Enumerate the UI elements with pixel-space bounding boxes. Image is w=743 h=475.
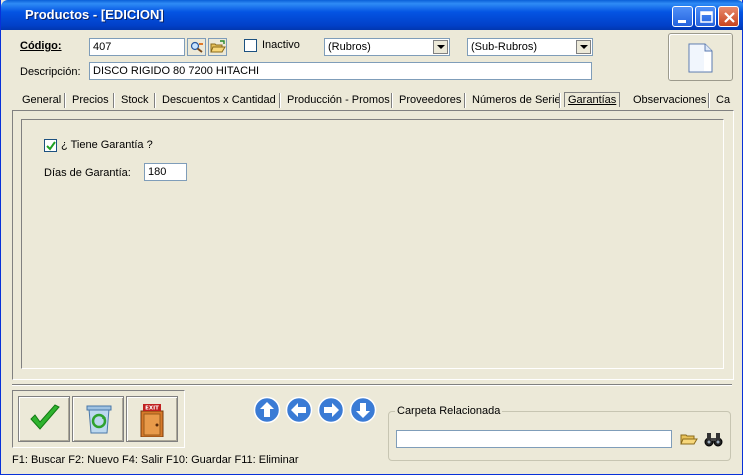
arrow-right-icon xyxy=(317,396,345,424)
tab-separator xyxy=(154,93,156,108)
dias-garantia-field[interactable]: 180 xyxy=(144,163,187,181)
minimize-button[interactable] xyxy=(672,6,693,27)
arrow-left-icon xyxy=(285,396,313,424)
arrow-down-icon xyxy=(349,396,377,424)
codigo-field[interactable]: 407 xyxy=(89,38,185,56)
nav-down-button[interactable] xyxy=(349,396,378,424)
inactivo-label: Inactivo xyxy=(262,39,300,51)
tiene-garantia-label: ¿ Tiene Garantía ? xyxy=(61,139,153,151)
tab-separator xyxy=(559,93,561,108)
nav-left-button[interactable] xyxy=(285,396,314,424)
checkmark-icon xyxy=(46,141,56,151)
subrubros-value: (Sub-Rubros) xyxy=(471,41,538,53)
document-button[interactable] xyxy=(668,33,733,81)
tab-separator xyxy=(391,93,393,108)
chevron-down-icon xyxy=(580,45,588,49)
open-folder-button[interactable] xyxy=(208,38,227,56)
recycle-icon xyxy=(86,405,112,434)
tab-separator xyxy=(279,93,281,108)
tab-bar: General Precios Stock Descuentos x Canti… xyxy=(17,92,733,110)
tab-separator xyxy=(464,93,466,108)
maximize-icon xyxy=(700,11,713,23)
exit-sign-text: EXIT xyxy=(145,406,159,412)
tab-descuentos[interactable]: Descuentos x Cantidad xyxy=(162,94,276,106)
search-codigo-button[interactable] xyxy=(187,38,206,56)
productos-window: Productos - [EDICION] Código: 407 Inacti… xyxy=(0,0,743,475)
garantias-panel xyxy=(21,119,724,369)
carpeta-browse-button[interactable] xyxy=(703,430,723,448)
folder-open-icon xyxy=(680,434,698,445)
title-bar[interactable]: Productos - [EDICION] xyxy=(1,0,743,30)
binoculars-icon xyxy=(704,433,723,447)
arrow-up-icon xyxy=(253,396,281,424)
rubros-dropdown-button[interactable] xyxy=(433,40,448,54)
exit-door-icon: EXIT xyxy=(140,404,164,437)
descripcion-label: Descripción: xyxy=(20,66,81,78)
tab-more[interactable]: Ca xyxy=(716,94,730,106)
tab-separator xyxy=(113,93,115,108)
tab-stock[interactable]: Stock xyxy=(121,94,149,106)
tab-general[interactable]: General xyxy=(22,94,61,106)
rubros-select[interactable]: (Rubros) xyxy=(324,38,450,56)
exit-button[interactable]: EXIT xyxy=(126,396,178,442)
codigo-label: Código: xyxy=(20,40,62,52)
recycle-button[interactable] xyxy=(72,396,124,442)
checkmark-icon xyxy=(30,404,60,430)
descripcion-field[interactable]: DISCO RIGIDO 80 7200 HITACHI xyxy=(89,62,592,80)
subrubros-dropdown-button[interactable] xyxy=(576,40,591,54)
tab-separator xyxy=(708,93,710,108)
nav-right-button[interactable] xyxy=(317,396,346,424)
bottom-separator xyxy=(12,384,732,386)
tab-observaciones[interactable]: Observaciones xyxy=(633,94,706,106)
accept-button[interactable] xyxy=(18,396,70,442)
carpeta-field[interactable] xyxy=(396,430,672,448)
search-icon xyxy=(190,41,203,53)
dias-garantia-label: Días de Garantía: xyxy=(44,167,131,179)
tab-precios[interactable]: Precios xyxy=(72,94,109,106)
inactivo-checkbox[interactable] xyxy=(244,39,257,52)
close-icon xyxy=(724,12,735,23)
window-title: Productos - [EDICION] xyxy=(25,7,164,22)
rubros-value: (Rubros) xyxy=(328,41,371,53)
tab-garantias[interactable]: Garantías xyxy=(564,92,621,107)
folder-open-icon xyxy=(210,40,226,53)
close-button[interactable] xyxy=(718,6,739,27)
subrubros-select[interactable]: (Sub-Rubros) xyxy=(467,38,593,56)
tab-separator xyxy=(64,93,66,108)
tab-proveedores[interactable]: Proveedores xyxy=(399,94,461,106)
maximize-button[interactable] xyxy=(695,6,716,27)
minimize-icon xyxy=(678,20,686,23)
chevron-down-icon xyxy=(437,45,445,49)
nav-up-button[interactable] xyxy=(253,396,282,424)
hotkeys-status: F1: Buscar F2: Nuevo F4: Salir F10: Guar… xyxy=(12,454,299,466)
document-icon xyxy=(688,43,713,73)
tiene-garantia-checkbox[interactable] xyxy=(44,139,57,152)
tab-numeros-serie[interactable]: Números de Serie xyxy=(472,94,561,106)
carpeta-open-button[interactable] xyxy=(679,430,699,448)
tab-produccion[interactable]: Producción - Promos xyxy=(287,94,390,106)
carpeta-label: Carpeta Relacionada xyxy=(395,405,503,417)
